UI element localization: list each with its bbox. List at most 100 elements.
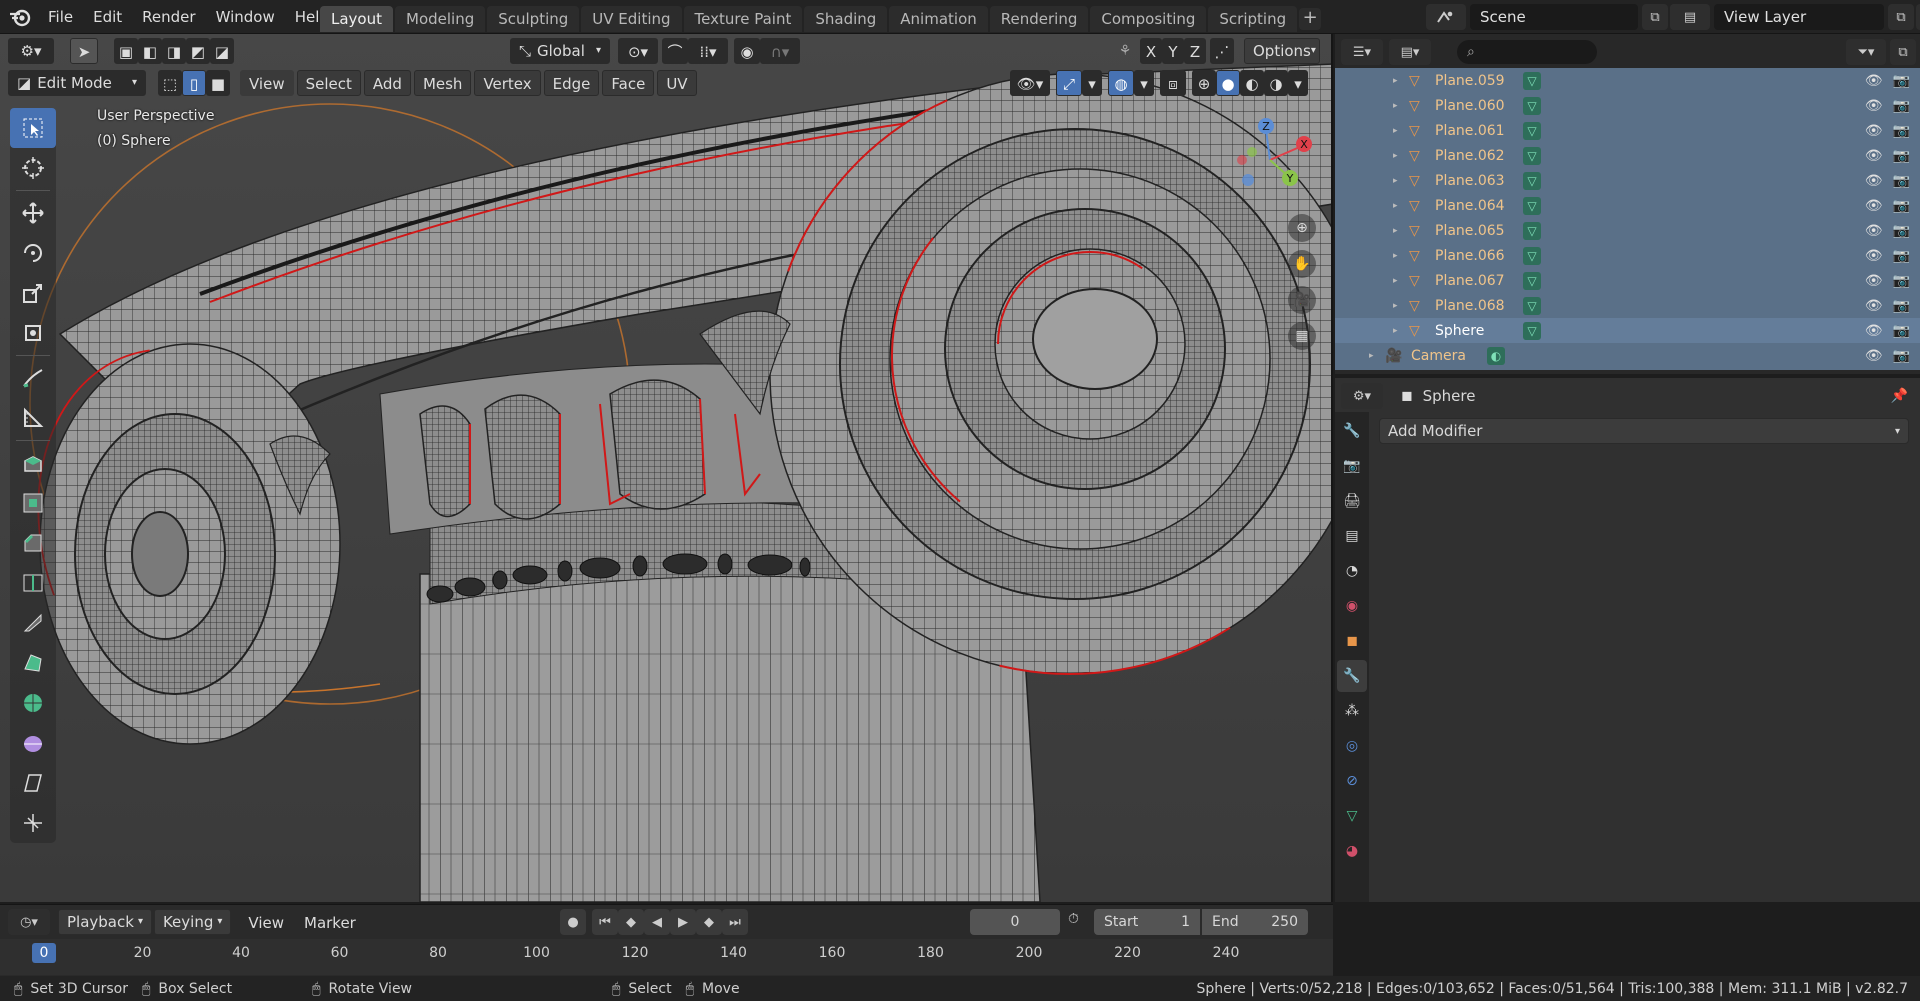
pan-hand-icon[interactable]: ✋ bbox=[1288, 250, 1316, 278]
expand-arrow-icon[interactable]: ▸ bbox=[1393, 126, 1403, 136]
constraints-tab-icon[interactable]: ⊘ bbox=[1337, 765, 1367, 797]
tab-modeling[interactable]: Modeling bbox=[395, 6, 486, 32]
expand-arrow-icon[interactable]: ▸ bbox=[1393, 201, 1403, 211]
record-icon[interactable]: ● bbox=[560, 909, 586, 935]
outliner-item[interactable]: ▸ ▽ Plane.063 ▽ 👁 📷 bbox=[1335, 168, 1920, 193]
pin-icon[interactable]: 📌 bbox=[1891, 388, 1908, 404]
outliner-item[interactable]: ▸ ▽ Plane.060 ▽ 👁 📷 bbox=[1335, 93, 1920, 118]
new-collection-icon[interactable]: ⧉ bbox=[1890, 39, 1916, 65]
expand-arrow-icon[interactable]: ▸ bbox=[1393, 76, 1403, 86]
camera-render-icon[interactable]: 📷 bbox=[1893, 348, 1910, 364]
new-view-layer-icon[interactable]: ⧉ bbox=[1888, 4, 1914, 30]
mirror-y-button[interactable]: Y bbox=[1162, 38, 1184, 64]
select-invert-icon[interactable]: ◩ bbox=[186, 38, 210, 64]
camera-render-icon[interactable]: 📷 bbox=[1893, 73, 1910, 89]
mesh-data-icon[interactable]: ▽ bbox=[1523, 321, 1541, 340]
filter-icon[interactable]: ⏷▾ bbox=[1846, 39, 1886, 65]
material-tab-icon[interactable]: ◕ bbox=[1337, 835, 1367, 867]
play-icon[interactable]: ▶ bbox=[670, 909, 696, 935]
cursor-tool-icon[interactable] bbox=[10, 148, 56, 188]
expand-arrow-icon[interactable]: ▸ bbox=[1393, 276, 1403, 286]
view-layer-browse-icon[interactable]: ▤ bbox=[1670, 4, 1710, 30]
expand-arrow-icon[interactable]: ▸ bbox=[1369, 351, 1379, 361]
properties-editor-type-icon[interactable]: ⚙▾ bbox=[1341, 383, 1383, 409]
select-subtract-icon[interactable]: ◨ bbox=[162, 38, 186, 64]
physics-tab-icon[interactable]: ◎ bbox=[1337, 730, 1367, 762]
menu-edit[interactable]: Edit bbox=[83, 0, 132, 34]
move-tool-icon[interactable] bbox=[10, 193, 56, 233]
outliner-item-name[interactable]: Sphere bbox=[1435, 323, 1523, 339]
solid-shading-icon[interactable]: ● bbox=[1216, 70, 1240, 96]
camera-render-icon[interactable]: 📷 bbox=[1893, 148, 1910, 164]
zoom-icon[interactable]: ⊕ bbox=[1288, 214, 1316, 242]
output-tab-icon[interactable]: 🖨 bbox=[1337, 485, 1367, 517]
playback-dropdown[interactable]: Playback ▾ bbox=[58, 909, 152, 935]
jump-end-icon[interactable]: ⏭ bbox=[722, 909, 748, 935]
menu-timeline-view[interactable]: View bbox=[239, 909, 293, 935]
mesh-data-icon[interactable]: ▽ bbox=[1523, 171, 1541, 190]
transform-tool-icon[interactable] bbox=[10, 313, 56, 353]
eye-icon[interactable]: 👁 bbox=[1865, 248, 1883, 264]
blender-logo-icon[interactable] bbox=[8, 6, 32, 28]
scale-tool-icon[interactable] bbox=[10, 273, 56, 313]
object-tab-icon[interactable]: ◼ bbox=[1337, 625, 1367, 657]
transform-orientation-dropdown[interactable]: ⤡ Global ▾ bbox=[510, 38, 610, 64]
topology-mirror-icon[interactable]: ⋰ bbox=[1210, 38, 1234, 64]
vertex-select-icon[interactable]: ⬚ bbox=[158, 70, 182, 96]
outliner-item[interactable]: ▸ ▽ Plane.065 ▽ 👁 📷 bbox=[1335, 218, 1920, 243]
camera-render-icon[interactable]: 📷 bbox=[1893, 123, 1910, 139]
particles-tab-icon[interactable]: ⁂ bbox=[1337, 695, 1367, 727]
menu-render[interactable]: Render bbox=[132, 0, 205, 34]
eye-icon[interactable]: 👁 bbox=[1865, 323, 1883, 339]
spin-tool-icon[interactable] bbox=[10, 683, 56, 723]
menu-vertex[interactable]: Vertex bbox=[474, 70, 541, 96]
tab-layout[interactable]: Layout bbox=[320, 6, 393, 32]
mesh-data-icon[interactable]: ▽ bbox=[1523, 96, 1541, 115]
editor-type-icon[interactable]: ⚙▾ bbox=[8, 38, 54, 64]
camera-render-icon[interactable]: 📷 bbox=[1893, 273, 1910, 289]
outliner-item-name[interactable]: Plane.061 bbox=[1435, 123, 1523, 139]
eye-icon[interactable]: 👁 bbox=[1865, 223, 1883, 239]
visibility-eye-icon[interactable]: 👁▾ bbox=[1010, 70, 1050, 96]
cursor-tool-icon[interactable]: ➤ bbox=[70, 38, 98, 64]
edge-select-icon[interactable]: ▯ bbox=[182, 70, 206, 96]
rip-tool-icon[interactable] bbox=[10, 803, 56, 843]
select-extend-icon[interactable]: ◧ bbox=[138, 38, 162, 64]
scene-field[interactable]: Scene bbox=[1470, 4, 1638, 30]
view-layer-tab-icon[interactable]: ▤ bbox=[1337, 520, 1367, 552]
mesh-data-icon[interactable]: ▽ bbox=[1523, 71, 1541, 90]
options-dropdown[interactable]: Options ▾ bbox=[1244, 38, 1320, 64]
render-tab-icon[interactable]: 📷 bbox=[1337, 450, 1367, 482]
world-tab-icon[interactable]: ◉ bbox=[1337, 590, 1367, 622]
outliner-item[interactable]: ▸ 🎥 Camera ◐ 👁 📷 bbox=[1335, 343, 1920, 368]
camera-render-icon[interactable]: 📷 bbox=[1893, 198, 1910, 214]
poly-build-tool-icon[interactable] bbox=[10, 643, 56, 683]
outliner-item-name[interactable]: Plane.060 bbox=[1435, 98, 1523, 114]
outliner-search-input[interactable]: ⌕ bbox=[1457, 40, 1597, 64]
falloff-icon[interactable]: ∩▾ bbox=[760, 38, 800, 64]
select-new-icon[interactable]: ▣ bbox=[114, 38, 138, 64]
mirror-x-button[interactable]: X bbox=[1140, 38, 1162, 64]
outliner-item[interactable]: ▸ ▽ Plane.062 ▽ 👁 📷 bbox=[1335, 143, 1920, 168]
tab-rendering[interactable]: Rendering bbox=[989, 6, 1089, 32]
gizmo-dropdown-icon[interactable]: ▾ bbox=[1082, 70, 1102, 96]
view-layer-field[interactable]: View Layer bbox=[1714, 4, 1884, 30]
eye-icon[interactable]: 👁 bbox=[1865, 298, 1883, 314]
add-modifier-dropdown[interactable]: Add Modifier ▾ bbox=[1379, 418, 1909, 444]
menu-window[interactable]: Window bbox=[206, 0, 285, 34]
outliner-item[interactable]: ▸ ▽ Plane.064 ▽ 👁 📷 bbox=[1335, 193, 1920, 218]
camera-render-icon[interactable]: 📷 bbox=[1893, 173, 1910, 189]
start-frame-field[interactable]: Start 1 bbox=[1094, 909, 1200, 935]
menu-file[interactable]: File bbox=[38, 0, 83, 34]
loop-cut-tool-icon[interactable] bbox=[10, 563, 56, 603]
data-tab-icon[interactable]: ▽ bbox=[1337, 800, 1367, 832]
tab-animation[interactable]: Animation bbox=[889, 6, 988, 32]
display-mode-icon[interactable]: ▤▾ bbox=[1389, 39, 1431, 65]
tab-scripting[interactable]: Scripting bbox=[1208, 6, 1298, 32]
outliner-item[interactable]: ▸ ▽ Plane.067 ▽ 👁 📷 bbox=[1335, 268, 1920, 293]
outliner-item-name[interactable]: Plane.067 bbox=[1435, 273, 1523, 289]
keying-dropdown[interactable]: Keying ▾ bbox=[153, 909, 232, 935]
menu-face[interactable]: Face bbox=[602, 70, 655, 96]
eye-icon[interactable]: 👁 bbox=[1865, 73, 1883, 89]
tab-uv-editing[interactable]: UV Editing bbox=[581, 6, 682, 32]
